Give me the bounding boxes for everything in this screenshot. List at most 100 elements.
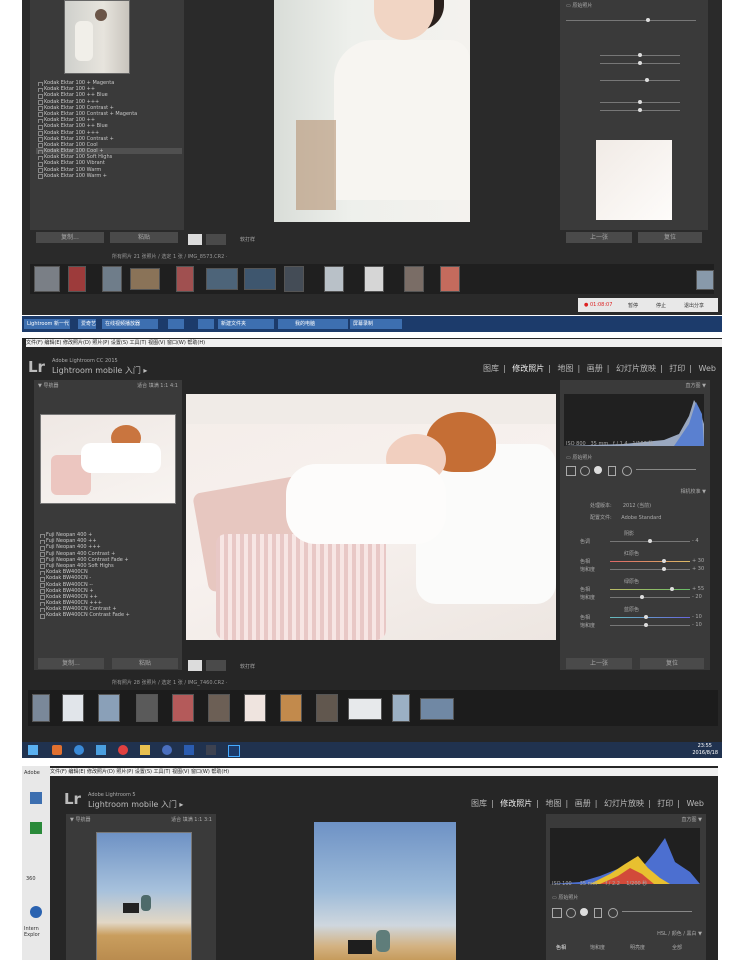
photoshop-icon[interactable] <box>228 745 240 757</box>
slider[interactable] <box>600 61 680 65</box>
profile-select[interactable]: 配置文件: Adobe Standard <box>590 514 661 521</box>
slider[interactable] <box>600 108 680 112</box>
module-web[interactable]: Web <box>699 364 716 373</box>
module-slideshow[interactable]: 幻灯片放映 <box>604 799 644 808</box>
module-slideshow[interactable]: 幻灯片放映 <box>616 364 656 373</box>
navigator-zoom[interactable]: 适合 填满 1:1 3:1 <box>171 816 212 823</box>
previous-button[interactable]: 上一张 <box>566 658 632 669</box>
lightroom-icon[interactable] <box>206 745 216 755</box>
original-photo-checkbox[interactable]: ▭ 原始照片 <box>552 894 578 901</box>
soft-proof-label[interactable]: 软打样 <box>240 236 255 243</box>
module-print[interactable]: 打印 <box>669 364 685 373</box>
module-web[interactable]: Web <box>687 799 704 808</box>
word-icon[interactable] <box>184 745 194 755</box>
taskbar-item[interactable]: 在线视频播放器 <box>102 319 158 329</box>
adjustment-brush-icon[interactable] <box>636 469 696 470</box>
module-library[interactable]: 图库 <box>483 364 499 373</box>
ie-icon[interactable] <box>74 745 84 755</box>
tab-luminance[interactable]: 明亮度 <box>630 944 645 951</box>
filmstrip[interactable] <box>30 264 714 294</box>
paste-button[interactable]: 粘贴 <box>110 232 178 243</box>
blue-hue-slider[interactable] <box>610 615 690 619</box>
preset-list[interactable]: Fuji Neopan 400 + Fuji Neopan 400 ++ Fuj… <box>38 532 178 619</box>
pinned-app-icon[interactable] <box>118 745 128 755</box>
tool-strip[interactable] <box>566 18 696 22</box>
preset-item[interactable]: Kodak BW400CN Contrast Fade + <box>38 612 178 619</box>
slider[interactable] <box>600 78 680 82</box>
module-library[interactable]: 图库 <box>471 799 487 808</box>
red-eye-icon[interactable] <box>594 466 602 474</box>
crop-icon[interactable] <box>552 908 562 918</box>
stop-recording-button[interactable]: 停止 <box>656 302 666 309</box>
pause-recording-button[interactable]: 暂停 <box>628 302 638 309</box>
desktop-icon[interactable] <box>30 822 42 834</box>
graduated-filter-icon[interactable] <box>594 908 602 918</box>
module-print[interactable]: 打印 <box>657 799 673 808</box>
menu-bar[interactable]: 文件(F) 编辑(E) 修改照片(D) 照片(P) 设置(S) 工具(T) 视图… <box>26 339 722 347</box>
copy-button[interactable]: 复制... <box>36 232 104 243</box>
navigator-zoom[interactable]: 适合 填满 1:1 4:1 <box>137 382 178 389</box>
taskbar-item[interactable] <box>168 319 184 329</box>
red-hue-slider[interactable] <box>610 559 690 563</box>
module-picker[interactable]: 图库 | 修改照片 | 地图 | 画册 | 幻灯片放映 | 打印 | Web <box>471 798 704 809</box>
slider[interactable] <box>600 100 680 104</box>
filmstrip[interactable] <box>28 690 718 726</box>
pinned-app-icon[interactable] <box>52 745 62 755</box>
module-develop[interactable]: 修改照片 <box>500 799 532 808</box>
spot-removal-icon[interactable] <box>566 908 576 918</box>
module-picker[interactable]: 图库 | 修改照片 | 地图 | 画册 | 幻灯片放映 | 打印 | Web <box>483 363 716 374</box>
radial-filter-icon[interactable] <box>622 466 632 476</box>
original-photo-checkbox[interactable]: ▭ 原始照片 <box>566 454 592 461</box>
navigator-header[interactable]: ▼ 导航器 <box>70 816 90 823</box>
copy-button[interactable]: 复制... <box>38 658 104 669</box>
histogram-header[interactable]: 直方图 ▼ <box>686 382 706 389</box>
spot-removal-icon[interactable] <box>580 466 590 476</box>
reset-button[interactable]: 复位 <box>638 232 702 243</box>
taskbar-item[interactable]: 新建文件夹 <box>218 319 274 329</box>
before-after-button[interactable] <box>206 234 226 245</box>
menu-bar[interactable]: 文件(F) 编辑(E) 修改照片(D) 照片(P) 设置(S) 工具(T) 视图… <box>50 768 718 776</box>
view-mode-button[interactable] <box>188 234 202 245</box>
process-version[interactable]: 处理版本: 2012 (当前) <box>590 502 651 509</box>
radial-filter-icon[interactable] <box>608 908 618 918</box>
crop-icon[interactable] <box>566 466 576 476</box>
taskbar-item[interactable]: 我的电脑 <box>292 319 348 329</box>
exit-share-button[interactable]: 退出分享 <box>684 302 704 309</box>
folder-icon[interactable] <box>140 745 150 755</box>
module-develop[interactable]: 修改照片 <box>512 364 544 373</box>
red-saturation-slider[interactable] <box>610 567 690 571</box>
desktop-icon[interactable] <box>30 792 42 804</box>
navigator-header[interactable]: ▼ 导航器 <box>38 382 58 389</box>
desktop-icon[interactable]: Intern Explor <box>24 926 50 938</box>
desktop-icon[interactable] <box>30 906 42 918</box>
app-title[interactable]: Lightroom mobile 入门 ▸ <box>88 799 183 810</box>
paste-button[interactable]: 粘贴 <box>112 658 178 669</box>
windows-start-icon[interactable] <box>28 745 38 755</box>
slider[interactable] <box>600 53 680 57</box>
module-map[interactable]: 地图 <box>546 799 562 808</box>
module-book[interactable]: 画册 <box>587 364 603 373</box>
tab-hue[interactable]: 色相 <box>556 944 566 951</box>
taskbar-item[interactable]: 屏幕录制 <box>350 319 402 329</box>
hsl-tabs[interactable]: 色相 饱和度 明亮度 全部 <box>550 942 702 952</box>
before-after-button[interactable] <box>206 660 226 671</box>
tab-all[interactable]: 全部 <box>672 944 682 951</box>
taskbar-item[interactable]: 爱奇艺 <box>78 319 96 329</box>
green-saturation-slider[interactable] <box>610 595 690 599</box>
previous-button[interactable]: 上一张 <box>566 232 632 243</box>
desktop-icon[interactable]: Adobe <box>24 770 40 776</box>
tool-strip[interactable] <box>566 466 704 476</box>
reset-button[interactable]: 复位 <box>640 658 704 669</box>
camera-calibration-header[interactable]: 相机校准 ▼ <box>681 488 706 495</box>
tab-saturation[interactable]: 饱和度 <box>590 944 605 951</box>
soft-proof-label[interactable]: 软打样 <box>240 663 255 670</box>
preset-list[interactable]: Kodak Ektar 100 + Magenta Kodak Ektar 10… <box>36 80 182 179</box>
graduated-filter-icon[interactable] <box>608 466 616 476</box>
pinned-app-icon[interactable] <box>162 745 172 755</box>
module-book[interactable]: 画册 <box>575 799 591 808</box>
app-title[interactable]: Lightroom mobile 入门 ▸ <box>52 365 147 376</box>
desktop-icon[interactable]: 360 <box>26 876 36 882</box>
taskbar-item[interactable]: Lightroom 新一代 <box>24 319 70 329</box>
preset-item[interactable]: Kodak Ektar 100 Warm + <box>36 173 182 179</box>
taskbar-item[interactable] <box>198 319 214 329</box>
